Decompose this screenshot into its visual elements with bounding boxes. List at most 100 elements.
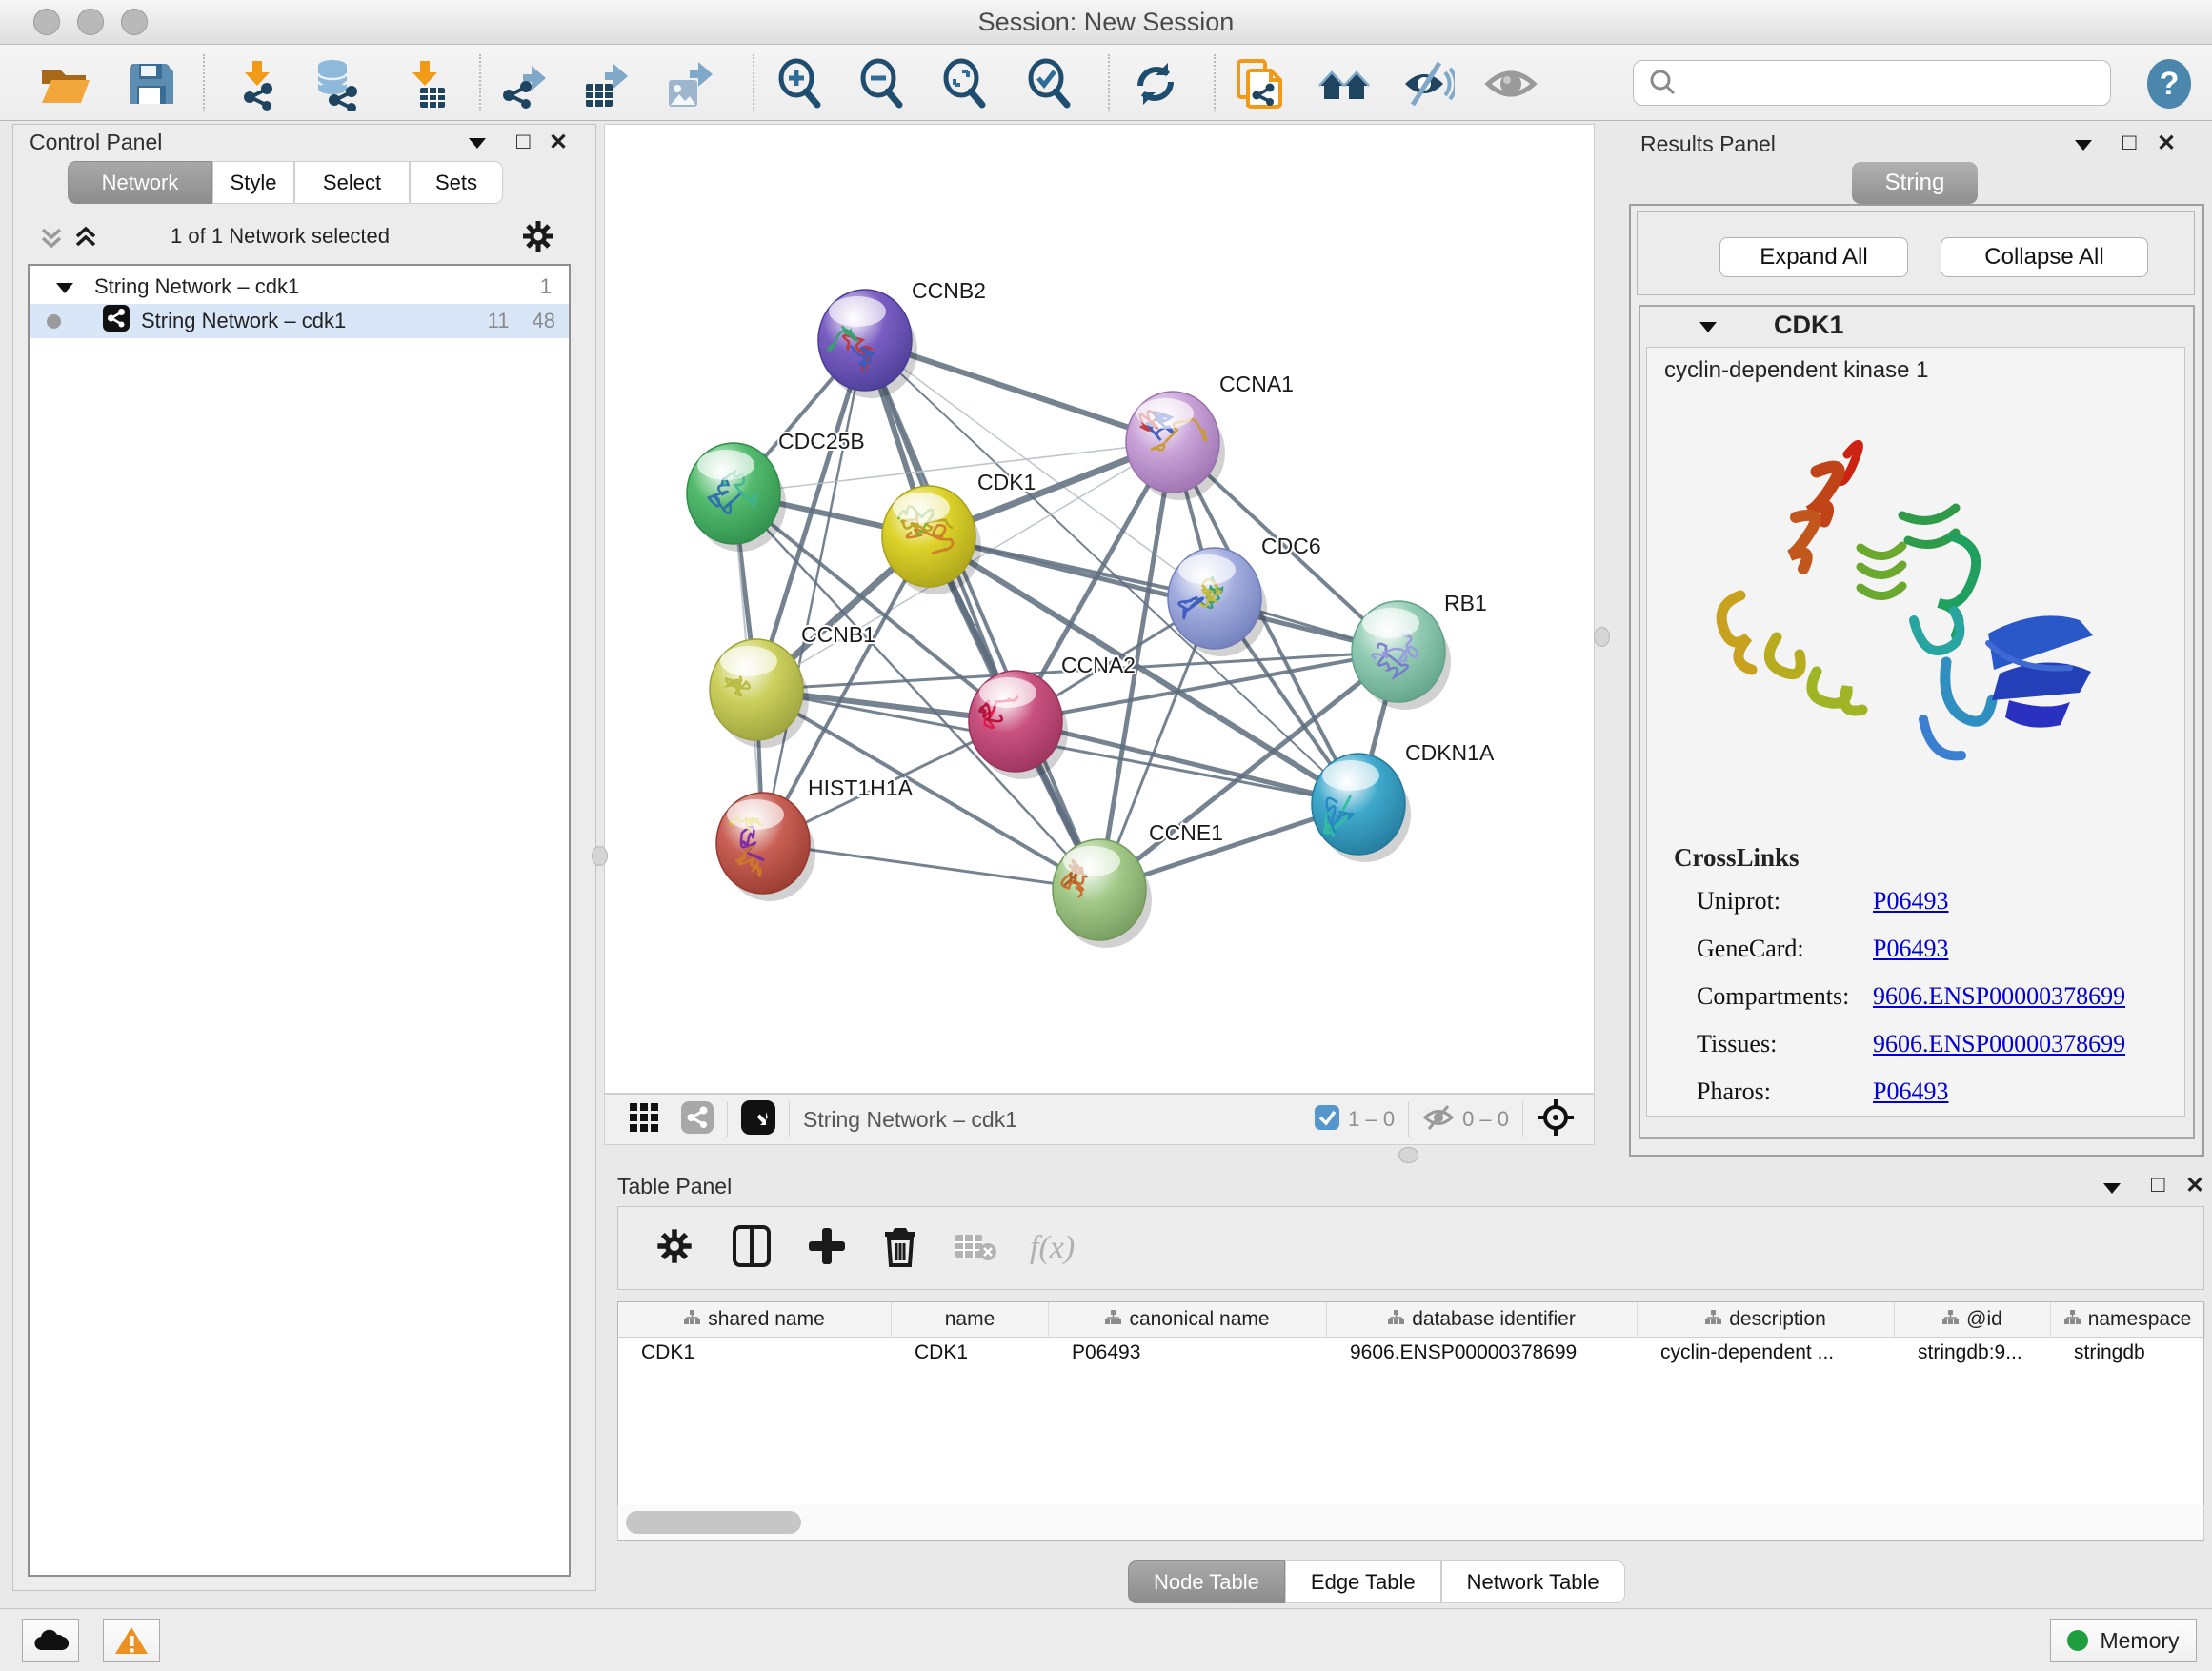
network-collection-row[interactable]: String Network – cdk1 1	[30, 270, 569, 304]
crosslink-value[interactable]: P06493	[1873, 1077, 1948, 1106]
memory-button[interactable]: Memory	[2050, 1619, 2197, 1662]
first-neighbors-icon[interactable]	[1317, 56, 1372, 111]
table-options-gear-icon[interactable]	[654, 1226, 694, 1271]
delete-column-trash-icon[interactable]	[881, 1224, 919, 1273]
tab-edge-table[interactable]: Edge Table	[1285, 1560, 1441, 1603]
show-all-eye-icon[interactable]	[1483, 56, 1538, 111]
cell-database-identifier[interactable]: 9606.ENSP00000378699	[1327, 1337, 1638, 1369]
network-node-CDKN1A[interactable]: CDKN1A	[1312, 740, 1495, 862]
clone-network-icon[interactable]	[1232, 56, 1287, 111]
network-node-CCNB2[interactable]: CCNB2	[818, 278, 986, 398]
new-view-icon[interactable]	[741, 1100, 775, 1139]
table-horizontal-scrollbar[interactable]	[617, 1505, 2204, 1540]
collapse-all-networks-icon[interactable]	[36, 222, 67, 257]
export-network-icon[interactable]	[495, 56, 551, 111]
tab-network[interactable]: Network	[68, 161, 212, 204]
cloud-button[interactable]	[22, 1619, 79, 1662]
cell-shared-name[interactable]: CDK1	[618, 1337, 892, 1369]
crosslink-value[interactable]: P06493	[1873, 935, 1948, 963]
network-share-icon[interactable]	[681, 1101, 714, 1138]
column-header--id[interactable]: @id	[1895, 1302, 2051, 1337]
crosslink-value[interactable]: P06493	[1873, 887, 1948, 916]
column-header-database-identifier[interactable]: database identifier	[1327, 1302, 1638, 1337]
import-table-file-icon[interactable]	[398, 56, 453, 111]
float-panel-icon[interactable]	[2075, 138, 2092, 155]
column-type-icon	[1942, 1308, 1959, 1331]
network-node-RB1[interactable]: RB1	[1352, 591, 1487, 710]
zoom-in-icon[interactable]	[773, 56, 828, 111]
network-options-gear-icon[interactable]	[520, 218, 556, 259]
string-network-graph[interactable]: CCNB2CCNA1CDC25BCDK1CDC6RB1CCNB1CCNA2CDK…	[605, 125, 1594, 1093]
tab-sets[interactable]: Sets	[410, 161, 503, 204]
column-header-shared-name[interactable]: shared name	[618, 1302, 892, 1337]
import-network-database-icon[interactable]	[311, 56, 366, 111]
column-label: namespace	[2088, 1308, 2192, 1331]
save-session-icon[interactable]	[122, 56, 177, 111]
tab-node-table[interactable]: Node Table	[1128, 1560, 1285, 1603]
network-node-CCNA1[interactable]: CCNA1	[1126, 372, 1294, 500]
results-buttons-bar: Expand All Collapse All	[1637, 211, 2195, 295]
control-panel: Control Panel □ ✕ Network Style Select S…	[12, 124, 596, 1591]
cloud-icon	[32, 1627, 69, 1654]
float-panel-icon[interactable]	[469, 136, 486, 153]
cell-namespace[interactable]: stringdb	[2051, 1337, 2205, 1369]
fit-selected-crosshair-icon[interactable]	[1537, 1098, 1575, 1141]
node-label-CCNB1: CCNB1	[801, 622, 875, 647]
cell-description[interactable]: cyclin-dependent ...	[1638, 1337, 1895, 1369]
column-header-canonical-name[interactable]: canonical name	[1049, 1302, 1327, 1337]
close-panel-icon[interactable]: ✕	[549, 129, 568, 156]
add-column-icon[interactable]	[807, 1226, 847, 1271]
maximize-panel-icon[interactable]: □	[2151, 1172, 2165, 1198]
network-canvas[interactable]: CCNB2CCNA1CDC25BCDK1CDC6RB1CCNB1CCNA2CDK…	[604, 124, 1595, 1094]
open-session-icon[interactable]	[36, 56, 91, 111]
zoom-out-icon[interactable]	[855, 56, 910, 111]
close-panel-icon[interactable]: ✕	[2157, 130, 2176, 157]
cell--id[interactable]: stringdb:9...	[1895, 1337, 2051, 1369]
expand-all-button[interactable]: Expand All	[1719, 237, 1908, 277]
export-image-icon[interactable]	[662, 56, 717, 111]
tab-string[interactable]: String	[1852, 162, 1978, 204]
maximize-panel-icon[interactable]: □	[516, 129, 531, 155]
export-table-icon[interactable]	[579, 56, 634, 111]
import-network-file-icon[interactable]	[231, 56, 286, 111]
collapse-all-button[interactable]: Collapse All	[1941, 237, 2148, 277]
node-label-CDK1: CDK1	[977, 470, 1036, 494]
network-view-title: String Network – cdk1	[803, 1107, 1017, 1133]
collapse-collection-icon[interactable]	[56, 274, 73, 299]
hide-selected-eye-slash-icon[interactable]	[1400, 56, 1456, 111]
warning-button[interactable]	[103, 1619, 160, 1662]
close-panel-icon[interactable]: ✕	[2185, 1172, 2204, 1199]
left-splitter-handle[interactable]	[592, 846, 608, 866]
birds-eye-view-icon[interactable]	[628, 1101, 660, 1138]
search-input[interactable]	[1687, 70, 2110, 96]
tab-network-table[interactable]: Network Table	[1441, 1560, 1625, 1603]
expand-all-networks-icon[interactable]	[70, 222, 101, 257]
tab-style[interactable]: Style	[212, 161, 294, 204]
selected-checkbox-icon[interactable]	[1314, 1104, 1340, 1136]
zoom-selected-icon[interactable]	[1022, 56, 1077, 111]
table-row[interactable]: CDK1CDK1P064939606.ENSP00000378699cyclin…	[618, 1337, 2203, 1369]
float-panel-icon[interactable]	[2103, 1181, 2121, 1198]
network-node-CDC25B[interactable]: CDC25B	[687, 429, 865, 552]
tab-select[interactable]: Select	[294, 161, 410, 204]
zoom-fit-icon[interactable]	[937, 56, 993, 111]
network-node-HIST1H1A[interactable]: HIST1H1A	[716, 775, 914, 901]
column-header-description[interactable]: description	[1638, 1302, 1895, 1337]
help-icon[interactable]: ?	[2142, 56, 2197, 111]
column-header-name[interactable]: name	[892, 1302, 1049, 1337]
crosslink-value[interactable]: 9606.ENSP00000378699	[1873, 1030, 2125, 1058]
network-node-CDK1[interactable]: CDK1	[882, 470, 1036, 594]
show-columns-icon[interactable]	[733, 1225, 771, 1272]
cell-canonical-name[interactable]: P06493	[1049, 1337, 1327, 1369]
crosslink-value[interactable]: 9606.ENSP00000378699	[1873, 982, 2125, 1011]
apply-layout-icon[interactable]	[1128, 56, 1183, 111]
cell-name[interactable]: CDK1	[892, 1337, 1049, 1369]
maximize-panel-icon[interactable]: □	[2122, 130, 2137, 156]
network-node-CDC6[interactable]: CDC6	[1168, 534, 1321, 656]
network-row[interactable]: String Network – cdk1 11 48	[30, 304, 569, 338]
column-header-namespace[interactable]: namespace	[2051, 1302, 2205, 1337]
scrollbar-thumb[interactable]	[626, 1511, 801, 1534]
collapse-section-icon[interactable]	[1699, 320, 1717, 337]
crosslink-row: GeneCard:P06493	[1697, 935, 2173, 963]
bottom-splitter-handle[interactable]	[1398, 1147, 1418, 1163]
